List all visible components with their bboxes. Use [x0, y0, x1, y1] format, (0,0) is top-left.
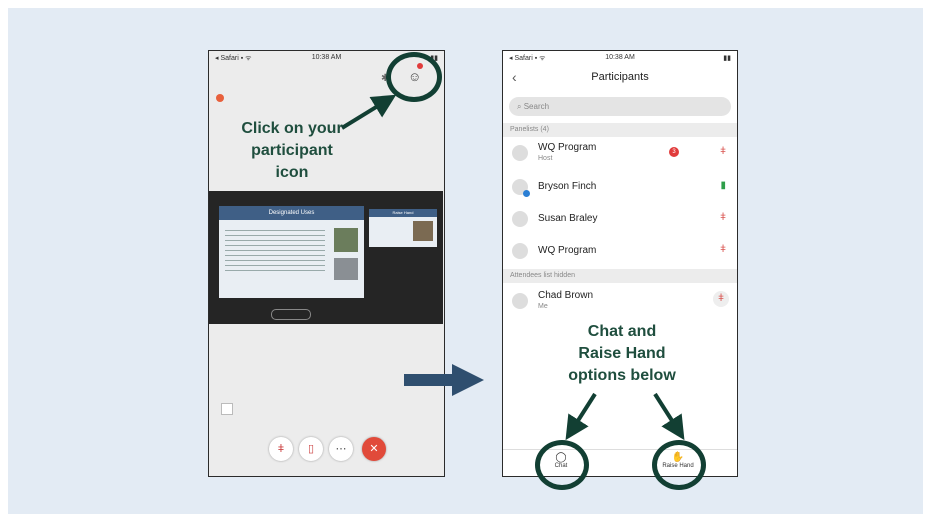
mic-active-icon: ▮ — [720, 180, 726, 191]
slide-thumbnail: Raise Hand — [369, 209, 437, 247]
mic-muted-icon: ǂ — [720, 146, 726, 157]
background-panel — [8, 8, 923, 514]
stop-video-button[interactable]: ▯ — [299, 437, 323, 461]
thumbnail-title: Raise Hand — [369, 209, 437, 217]
participant-row[interactable]: WQ Program Host 3 ǂ — [503, 137, 737, 169]
right-callout-line: Chat and — [587, 323, 657, 340]
search-input[interactable]: ⌕ Search — [509, 97, 731, 116]
participant-name: Bryson Finch — [538, 181, 597, 192]
right-callout-line: options below — [568, 367, 676, 384]
avatar — [512, 145, 528, 161]
avatar — [512, 243, 528, 259]
raise-hand-highlight — [652, 440, 706, 490]
mute-mic-button[interactable]: ǂ — [269, 437, 293, 461]
participant-icon-highlight — [386, 52, 442, 102]
participant-name: Chad Brown — [538, 290, 594, 301]
chat-highlight — [535, 440, 589, 490]
slide-image — [334, 258, 358, 280]
participant-role: Me — [538, 303, 548, 310]
left-callout: Click on your participant icon — [222, 118, 362, 184]
page-indicator[interactable] — [271, 309, 311, 320]
status-time: 10:38 AM — [605, 54, 635, 61]
mic-muted-icon: ǂ — [713, 291, 729, 307]
right-callout-line: Raise Hand — [578, 345, 666, 362]
participant-row[interactable]: WQ Program ǂ — [503, 235, 737, 267]
chat-badge: 3 — [669, 147, 679, 157]
search-placeholder: Search — [523, 102, 550, 111]
status-bar: ◂ Safari ▪ ᯤ 10:38 AM ▮▮ — [503, 53, 737, 65]
left-callout-line: icon — [275, 164, 309, 181]
search-icon: ⌕ — [517, 102, 524, 111]
left-callout-line: participant — [251, 142, 333, 159]
participant-name: WQ Program — [538, 142, 597, 153]
mic-muted-icon: ǂ — [720, 244, 726, 255]
more-button[interactable]: ⋯ — [329, 437, 353, 461]
recording-icon — [216, 94, 224, 102]
battery-icon: ▮▮ — [723, 55, 731, 62]
avatar — [512, 293, 528, 309]
left-callout-line: Click on your — [241, 120, 343, 137]
participant-row[interactable]: Susan Braley ǂ — [503, 203, 737, 235]
participant-name: Susan Braley — [538, 213, 598, 224]
self-row[interactable]: Chad Brown Me ǂ — [503, 285, 737, 317]
participants-screen: ◂ Safari ▪ ᯤ 10:38 AM ▮▮ ‹ Participants … — [502, 50, 738, 477]
slide-text — [225, 226, 325, 272]
leave-button[interactable]: ✕ — [362, 437, 386, 461]
slide-title: Designated Uses — [219, 206, 364, 220]
presentation-slide: Designated Uses — [219, 206, 364, 298]
participant-row[interactable]: Bryson Finch ▮ — [503, 171, 737, 203]
thumbnail-image — [413, 221, 433, 241]
avatar — [512, 211, 528, 227]
participant-name: WQ Program — [538, 245, 597, 256]
expand-icon[interactable] — [221, 403, 233, 415]
mic-muted-icon: ǂ — [720, 212, 726, 223]
page-title: Participants — [591, 71, 649, 83]
meeting-screen: ◂ Safari ▪ ᯤ 10:38 AM ▮▮ ✱ ☺ Designated … — [208, 50, 445, 477]
panelists-header: Panelists (4) — [503, 123, 737, 137]
slide-image — [334, 228, 358, 252]
participant-role: Host — [538, 155, 553, 162]
attendees-header: Attendees list hidden — [503, 269, 737, 283]
video-dot-icon — [523, 190, 530, 197]
shared-screen: Designated Uses Raise Hand — [209, 191, 443, 324]
right-callout: Chat and Raise Hand options below — [552, 321, 692, 387]
